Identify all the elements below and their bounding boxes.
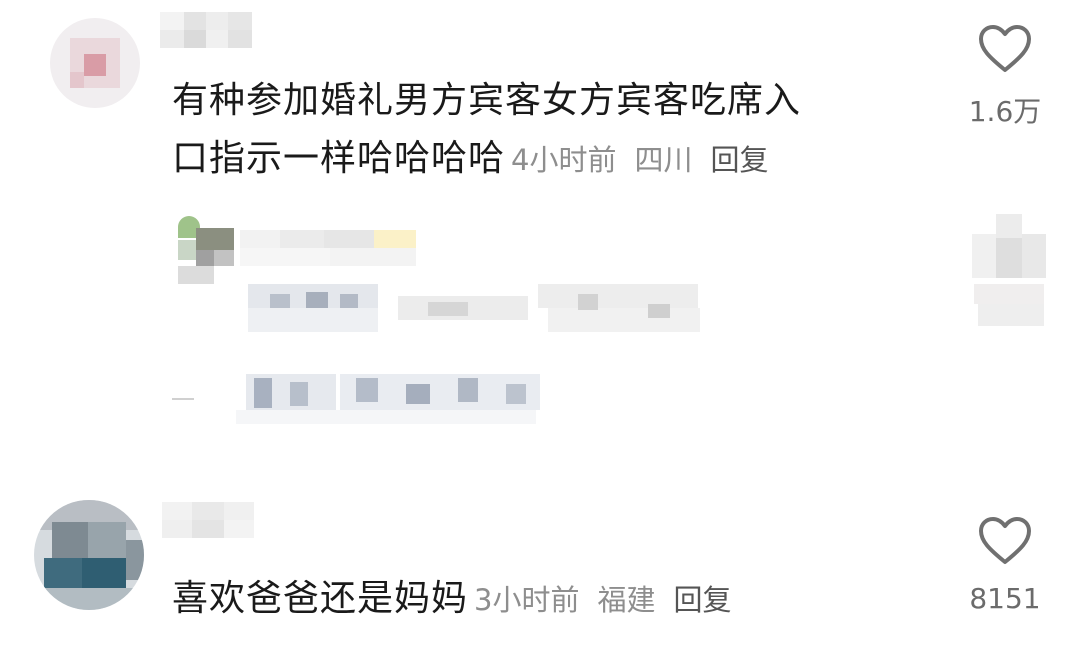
username[interactable] [160,12,252,48]
like-button[interactable]: 1.6万 [960,24,1050,130]
like-count: 1.6万 [968,95,1042,128]
comment-text: 喜欢爸爸还是妈妈 3小时前 福建 回复 [172,570,732,629]
avatar[interactable] [34,500,144,610]
reply-divider [172,398,194,400]
reply-button[interactable]: 回复 [710,143,768,177]
reply-avatar[interactable] [174,216,234,284]
comment-text: 有种参加婚礼男方宾客女方宾客吃席入 口指示一样哈哈哈哈 4小时前 四川 回复 [172,72,801,189]
heart-outline-icon [979,517,1031,564]
like-count: 8151 [969,582,1041,615]
comment-time: 4小时前 [511,143,617,177]
reply-text [248,284,708,340]
comment-location: 四川 [634,143,693,177]
comment-text-line1: 有种参加婚礼男方宾客女方宾客吃席入 [172,80,802,121]
reply-username[interactable] [240,230,416,266]
comment-location: 福建 [597,583,656,617]
comment-text-line1: 喜欢爸爸还是妈妈 [172,578,469,619]
comment-time: 3小时前 [474,583,580,617]
heart-outline-icon [979,25,1031,72]
reply-like[interactable] [972,214,1046,326]
comment-text-line2: 口指示一样哈哈哈哈 [172,138,506,179]
reply-meta [236,374,542,426]
avatar[interactable] [50,18,140,108]
username[interactable] [162,502,254,538]
reply-button[interactable]: 回复 [673,583,731,617]
like-button[interactable]: 8151 [960,516,1050,615]
